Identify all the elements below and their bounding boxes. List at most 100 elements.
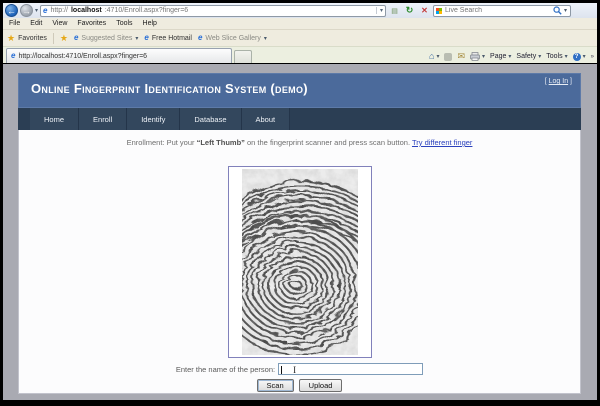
menu-file[interactable]: File bbox=[9, 20, 20, 27]
menu-edit[interactable]: Edit bbox=[30, 20, 42, 27]
home-button[interactable]: ⌂ ▾ bbox=[429, 52, 439, 61]
finger-name: “Left Thumb” bbox=[197, 138, 245, 147]
refresh-icon: ↻ bbox=[406, 5, 414, 16]
enrollment-instruction: Enrollment: Put your “Left Thumb” on the… bbox=[19, 130, 580, 147]
try-different-finger-link[interactable]: Try different finger bbox=[412, 138, 472, 147]
stop-button[interactable]: ✕ bbox=[418, 4, 431, 17]
chevron-down-icon: ▾ bbox=[135, 35, 138, 42]
ie-icon: e bbox=[198, 34, 202, 42]
forward-button[interactable]: → bbox=[20, 4, 33, 17]
menu-help[interactable]: Help bbox=[143, 20, 157, 27]
safety-menu[interactable]: Safety ▾ bbox=[516, 53, 541, 60]
chevron-down-icon: ▾ bbox=[482, 53, 485, 60]
printer-icon bbox=[470, 52, 480, 61]
favorites-button[interactable]: ★ Favorites bbox=[7, 33, 47, 44]
nav-tab-enroll[interactable]: Enroll bbox=[79, 108, 127, 130]
back-icon: ← bbox=[7, 6, 16, 16]
tab-active[interactable]: e http://localhost:4710/Enroll.aspx?fing… bbox=[6, 48, 232, 63]
favorites-star-icon: ★ bbox=[7, 33, 15, 44]
menu-favorites[interactable]: Favorites bbox=[77, 20, 106, 27]
add-favorite-icon[interactable]: ★ bbox=[60, 33, 68, 44]
login-bracket: ] bbox=[570, 78, 572, 85]
name-label: Enter the name of the person: bbox=[176, 365, 275, 374]
site-content: Online Fingerprint Identification System… bbox=[18, 73, 581, 394]
recent-pages-dropdown[interactable]: ▾ bbox=[35, 7, 38, 14]
help-menu[interactable]: ? ▾ bbox=[573, 53, 586, 61]
upload-button[interactable]: Upload bbox=[299, 379, 343, 392]
search-go-button[interactable]: ▾ bbox=[553, 6, 568, 15]
page-viewport: Online Fingerprint Identification System… bbox=[3, 64, 597, 400]
nav-tab-identify[interactable]: Identify bbox=[127, 108, 180, 130]
action-buttons: Scan Upload bbox=[19, 379, 580, 392]
home-icon: ⌂ bbox=[429, 52, 434, 61]
chevron-down-icon: ▾ bbox=[565, 53, 568, 60]
ie-icon: e bbox=[74, 34, 78, 42]
mouse-ibeam-cursor: I bbox=[293, 365, 296, 375]
site-nav: Home Enroll Identify Database About bbox=[18, 108, 581, 130]
screenshot-root: { "browser": { "address": { "protocol": … bbox=[0, 0, 600, 406]
search-provider-icon bbox=[436, 8, 442, 14]
tab-favicon: e bbox=[11, 52, 15, 60]
read-mail-icon[interactable]: ✉ bbox=[457, 52, 465, 61]
fingerprint-frame bbox=[228, 166, 372, 358]
name-entry-row: Enter the name of the person: I bbox=[19, 363, 580, 375]
page-body: Enrollment: Put your “Left Thumb” on the… bbox=[18, 130, 581, 394]
chevron-down-icon: ▾ bbox=[583, 53, 586, 60]
search-options-icon[interactable]: ▾ bbox=[564, 7, 567, 14]
nav-tab-home[interactable]: Home bbox=[30, 108, 79, 130]
new-tab-button[interactable] bbox=[234, 50, 252, 63]
favorite-label: Suggested Sites bbox=[81, 35, 132, 42]
menu-bar: File Edit View Favorites Tools Help bbox=[3, 18, 597, 29]
back-button[interactable]: ← bbox=[5, 4, 18, 17]
search-input[interactable] bbox=[445, 7, 531, 14]
instruction-text: on the fingerprint scanner and press sca… bbox=[245, 138, 412, 147]
print-button[interactable]: ▾ bbox=[470, 52, 485, 61]
favorite-web-slice-gallery[interactable]: e Web Slice Gallery ▾ bbox=[198, 34, 267, 42]
fingerprint-image bbox=[242, 169, 358, 355]
url-protocol: http:// bbox=[50, 7, 68, 14]
search-icon bbox=[553, 6, 562, 15]
instruction-text: Enrollment: Put your bbox=[127, 138, 197, 147]
scan-button[interactable]: Scan bbox=[257, 379, 294, 392]
url-path: :4710/Enroll.aspx?finger=6 bbox=[105, 7, 188, 14]
nav-tab-about[interactable]: About bbox=[242, 108, 291, 130]
command-bar: ⌂ ▾ ✉ ▾ Page ▾ Safety ▾ Tools ▾ ? ▾ » bbox=[429, 52, 594, 63]
login-link[interactable]: Log In bbox=[549, 78, 568, 85]
toolbar-overflow-icon[interactable]: » bbox=[591, 54, 594, 60]
chevron-down-icon: ▾ bbox=[538, 53, 541, 60]
search-box[interactable]: ▾ bbox=[433, 5, 571, 17]
address-dropdown-icon[interactable]: ▾ bbox=[376, 7, 383, 14]
page-menu[interactable]: Page ▾ bbox=[490, 53, 511, 60]
favorites-bar: ★ Favorites ★ e Suggested Sites ▾ e Free… bbox=[3, 29, 597, 46]
menu-view[interactable]: View bbox=[52, 20, 67, 27]
help-icon: ? bbox=[573, 53, 581, 61]
nav-tab-database[interactable]: Database bbox=[180, 108, 241, 130]
url-host: localhost bbox=[71, 7, 102, 14]
site-header: Online Fingerprint Identification System… bbox=[18, 73, 581, 108]
ie-icon: e bbox=[144, 34, 148, 42]
separator bbox=[53, 33, 54, 44]
refresh-button[interactable]: ↻ bbox=[403, 4, 416, 17]
site-favicon: e bbox=[43, 7, 47, 15]
feeds-icon[interactable] bbox=[444, 53, 452, 61]
stop-icon: ✕ bbox=[421, 6, 428, 15]
safety-menu-label: Safety bbox=[516, 53, 536, 60]
tools-menu-label: Tools bbox=[546, 53, 562, 60]
name-input[interactable]: I bbox=[278, 363, 423, 375]
address-input[interactable]: e http://localhost:4710/Enroll.aspx?fing… bbox=[40, 5, 386, 17]
favorite-label: Web Slice Gallery bbox=[205, 35, 261, 42]
compatibility-view-button[interactable]: ▤ bbox=[388, 4, 401, 17]
chevron-down-icon: ▾ bbox=[264, 35, 267, 42]
chevron-down-icon: ▾ bbox=[436, 53, 439, 60]
favorites-label: Favorites bbox=[18, 35, 47, 42]
favorite-label: Free Hotmail bbox=[152, 35, 192, 42]
tab-title: http://localhost:4710/Enroll.aspx?finger… bbox=[18, 53, 147, 60]
text-caret bbox=[281, 366, 282, 374]
tools-menu[interactable]: Tools ▾ bbox=[546, 53, 567, 60]
page-menu-label: Page bbox=[490, 53, 506, 60]
favorite-suggested-sites[interactable]: e Suggested Sites ▾ bbox=[74, 34, 138, 42]
favorite-free-hotmail[interactable]: e Free Hotmail bbox=[144, 34, 192, 42]
login-area: [ Log In ] bbox=[545, 78, 572, 85]
forward-icon: → bbox=[22, 6, 31, 16]
menu-tools[interactable]: Tools bbox=[116, 20, 132, 27]
